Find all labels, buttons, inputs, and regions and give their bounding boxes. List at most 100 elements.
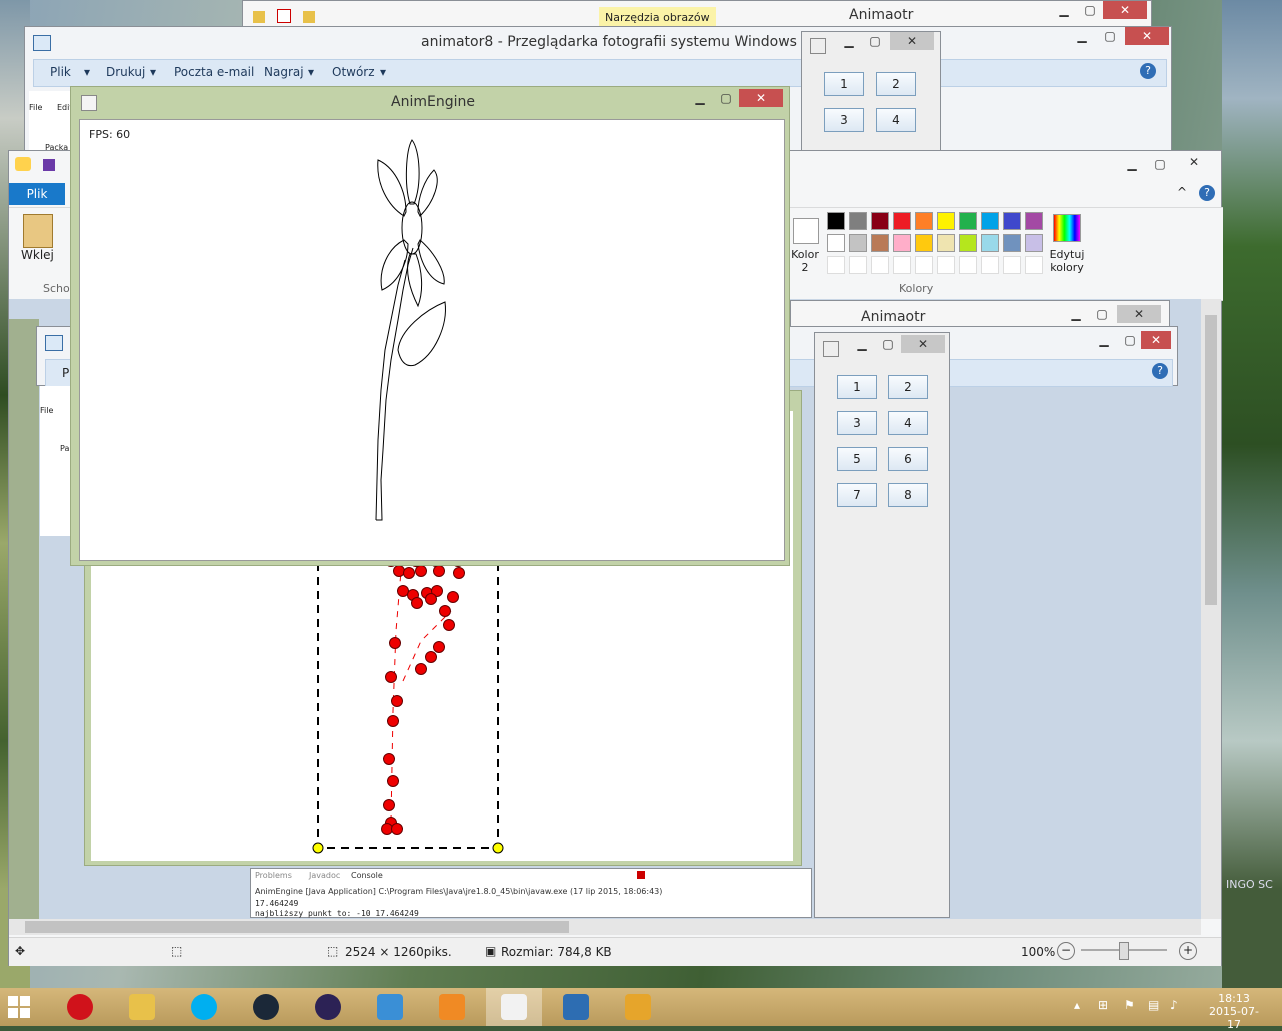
menu-otworz[interactable]: Otwórz <box>332 60 375 84</box>
maximize-button[interactable]: ▢ <box>862 32 888 50</box>
explorer-icon[interactable] <box>114 988 170 1026</box>
color-swatch[interactable] <box>827 212 845 230</box>
frame-button-7[interactable]: 7 <box>837 483 877 507</box>
color-swatch[interactable] <box>827 234 845 252</box>
close-button[interactable]: ✕ <box>901 335 945 353</box>
control-point[interactable] <box>425 651 437 663</box>
file-tab[interactable]: Plik <box>9 183 65 205</box>
frame-button-3[interactable]: 3 <box>837 411 877 435</box>
close-button[interactable]: ✕ <box>1141 331 1171 349</box>
new-folder-icon[interactable] <box>302 11 315 23</box>
chevron-down-icon[interactable]: ▾ <box>84 60 90 84</box>
color-swatch[interactable] <box>871 234 889 252</box>
corner-handle[interactable] <box>492 842 504 854</box>
color-swatch[interactable] <box>893 212 911 230</box>
horizontal-scrollbar-thumb[interactable] <box>25 921 569 933</box>
color-swatch[interactable] <box>937 234 955 252</box>
show-hidden-icons[interactable]: ▴ <box>1074 998 1080 1012</box>
control-point[interactable] <box>383 799 395 811</box>
tab-problems[interactable]: Problems <box>255 871 292 880</box>
folder-icon[interactable] <box>253 11 265 23</box>
close-button[interactable]: ✕ <box>1117 305 1161 323</box>
color-swatch[interactable] <box>893 234 911 252</box>
control-point[interactable] <box>391 823 403 835</box>
close-button[interactable]: ✕ <box>739 89 783 107</box>
close-button[interactable]: ✕ <box>1125 27 1169 45</box>
frame-button-4[interactable]: 4 <box>876 108 916 132</box>
control-point[interactable] <box>439 605 451 617</box>
control-point[interactable] <box>385 671 397 683</box>
color2-swatch[interactable] <box>793 218 819 244</box>
color-swatch[interactable] <box>1025 212 1043 230</box>
minimize-button[interactable]: ▁ <box>849 335 875 353</box>
control-point[interactable] <box>387 775 399 787</box>
edit-colors-icon[interactable] <box>1053 214 1081 242</box>
color-swatch[interactable] <box>871 212 889 230</box>
maximize-button[interactable]: ▢ <box>1089 305 1115 323</box>
maximize-button[interactable]: ▢ <box>713 89 739 107</box>
close-button[interactable]: ✕ <box>1103 1 1147 19</box>
control-point[interactable] <box>383 753 395 765</box>
horizontal-scrollbar[interactable] <box>9 919 1201 935</box>
frame-button-3[interactable]: 3 <box>824 108 864 132</box>
help-icon[interactable]: ? <box>1199 185 1215 201</box>
tab-javadoc[interactable]: Javadoc <box>309 871 340 880</box>
control-point[interactable] <box>443 619 455 631</box>
color-swatch[interactable] <box>981 256 999 274</box>
control-point[interactable] <box>433 641 445 653</box>
frame-button-5[interactable]: 5 <box>837 447 877 471</box>
color-swatch[interactable] <box>937 256 955 274</box>
minimize-button[interactable]: ▁ <box>1051 1 1077 19</box>
control-point[interactable] <box>403 567 415 579</box>
selection-box[interactable] <box>317 560 499 849</box>
minimize-button[interactable]: ▁ <box>836 32 862 50</box>
control-point[interactable] <box>453 567 465 579</box>
media-player-icon[interactable] <box>424 988 480 1026</box>
tab-console[interactable]: Console <box>351 871 383 880</box>
vertical-scrollbar[interactable] <box>1201 299 1221 919</box>
maximize-button[interactable]: ▢ <box>1097 27 1123 45</box>
control-panel-icon[interactable] <box>362 988 418 1026</box>
control-point[interactable] <box>389 637 401 649</box>
color-swatch[interactable] <box>937 212 955 230</box>
minimize-button[interactable]: ▁ <box>1119 155 1145 173</box>
control-point[interactable] <box>433 565 445 577</box>
paste-icon[interactable] <box>23 214 53 248</box>
control-point[interactable] <box>447 591 459 603</box>
close-button[interactable]: ✕ <box>890 32 934 50</box>
menu-poczta[interactable]: Poczta e-mail <box>174 60 254 84</box>
zoom-out-button[interactable]: − <box>1057 942 1075 960</box>
color-swatch[interactable] <box>849 212 867 230</box>
color-swatch[interactable] <box>849 256 867 274</box>
windows-tray-icon[interactable]: ⊞ <box>1098 998 1108 1012</box>
minimize-button[interactable]: ▁ <box>1069 27 1095 45</box>
color-swatch[interactable] <box>915 234 933 252</box>
menu-nagraj[interactable]: Nagraj <box>264 60 304 84</box>
chevron-down-icon[interactable]: ▾ <box>308 60 314 84</box>
color-swatch[interactable] <box>959 234 977 252</box>
control-point[interactable] <box>411 597 423 609</box>
vertical-scrollbar-thumb[interactable] <box>1205 315 1217 605</box>
menu-plik[interactable]: Plik <box>50 60 71 84</box>
steam-icon[interactable] <box>238 988 294 1026</box>
color-swatch[interactable] <box>1003 234 1021 252</box>
control-point[interactable] <box>425 593 437 605</box>
help-icon[interactable]: ? <box>1152 363 1168 379</box>
control-point[interactable] <box>415 663 427 675</box>
tree-item[interactable]: Pa <box>60 444 69 453</box>
frame-button-2[interactable]: 2 <box>876 72 916 96</box>
color-swatch[interactable] <box>915 256 933 274</box>
zoom-slider-thumb[interactable] <box>1119 942 1129 960</box>
color-swatch[interactable] <box>915 212 933 230</box>
maximize-button[interactable]: ▢ <box>875 335 901 353</box>
chevron-down-icon[interactable]: ▾ <box>150 60 156 84</box>
color-swatch[interactable] <box>981 212 999 230</box>
start-button[interactable] <box>8 996 30 1018</box>
paint-icon[interactable] <box>610 988 666 1026</box>
save-icon[interactable] <box>43 159 55 171</box>
skype-icon[interactable] <box>176 988 232 1026</box>
minimize-button[interactable]: ▁ <box>687 89 713 107</box>
help-icon[interactable]: ? <box>1140 63 1156 79</box>
color-swatch[interactable] <box>1025 234 1043 252</box>
java-icon[interactable] <box>486 988 542 1026</box>
